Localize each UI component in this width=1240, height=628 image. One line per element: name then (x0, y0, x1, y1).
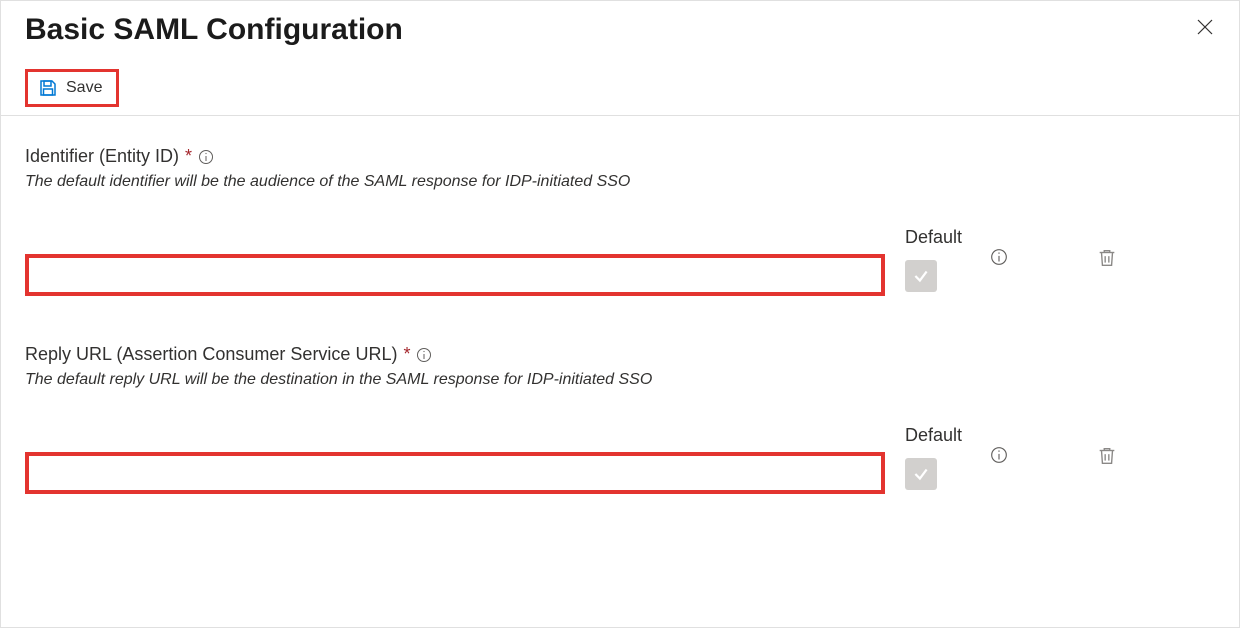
close-button[interactable] (1191, 13, 1219, 46)
reply-url-default-header: Default (905, 425, 962, 446)
identifier-row-info-icon[interactable] (990, 248, 1008, 266)
identifier-label: Identifier (Entity ID) (25, 146, 179, 167)
save-icon (38, 78, 58, 98)
reply-url-section: Reply URL (Assertion Consumer Service UR… (25, 344, 1215, 494)
save-button[interactable]: Save (25, 69, 119, 107)
close-icon (1197, 19, 1213, 35)
reply-url-input[interactable] (25, 452, 885, 494)
required-mark: * (403, 344, 410, 365)
required-mark: * (185, 146, 192, 167)
identifier-description: The default identifier will be the audie… (25, 173, 1215, 191)
trash-icon (1096, 445, 1118, 467)
reply-url-delete-button[interactable] (1096, 445, 1118, 467)
reply-url-row-info-icon[interactable] (990, 446, 1008, 464)
checkmark-icon (912, 465, 930, 483)
reply-url-info-icon[interactable] (416, 347, 432, 363)
identifier-delete-button[interactable] (1096, 247, 1118, 269)
save-button-label: Save (66, 79, 102, 97)
page-title: Basic SAML Configuration (25, 13, 403, 47)
trash-icon (1096, 247, 1118, 269)
identifier-info-icon[interactable] (198, 149, 214, 165)
identifier-default-checkbox[interactable] (905, 260, 937, 292)
identifier-default-header: Default (905, 227, 962, 248)
identifier-input[interactable] (25, 254, 885, 296)
reply-url-label: Reply URL (Assertion Consumer Service UR… (25, 344, 397, 365)
reply-url-default-checkbox[interactable] (905, 458, 937, 490)
reply-url-description: The default reply URL will be the destin… (25, 371, 1215, 389)
identifier-section: Identifier (Entity ID) * The default ide… (25, 146, 1215, 296)
checkmark-icon (912, 267, 930, 285)
